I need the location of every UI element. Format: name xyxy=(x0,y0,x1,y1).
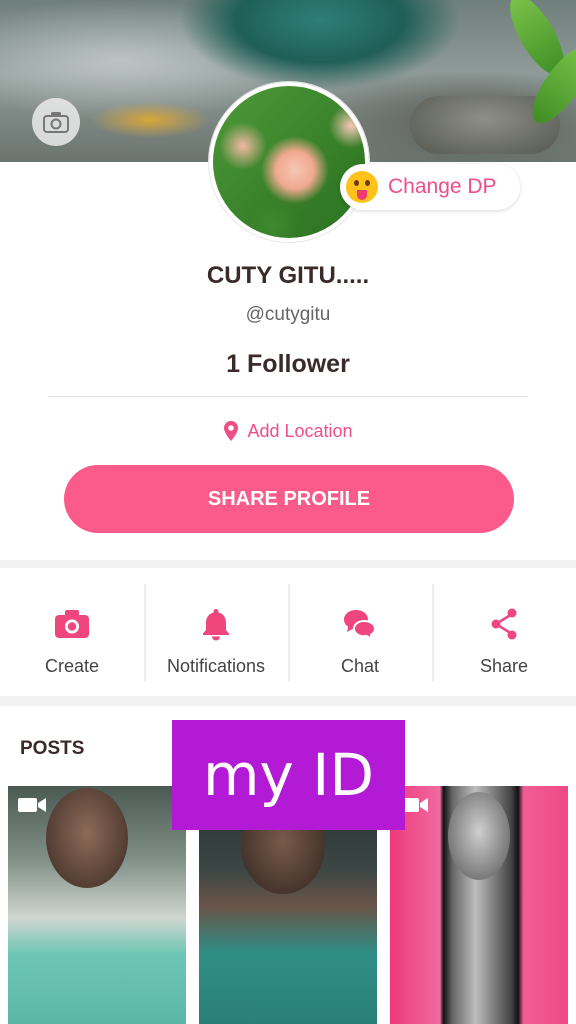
overlay-banner-text: my ID xyxy=(202,741,375,809)
post-thumbnail[interactable] xyxy=(8,786,186,1024)
chat-button[interactable]: Chat xyxy=(288,568,432,696)
change-dp-label: Change DP xyxy=(388,175,497,198)
add-location-link[interactable]: Add Location xyxy=(0,420,576,442)
bell-icon xyxy=(203,609,229,641)
camera-icon xyxy=(55,610,89,638)
actions-bar: Create Notifications Chat Share xyxy=(0,568,576,696)
divider xyxy=(48,396,528,397)
chat-label: Chat xyxy=(340,656,380,676)
share-icon xyxy=(491,608,517,640)
share-label: Share xyxy=(479,656,529,676)
camera-icon xyxy=(43,112,69,133)
post-thumbnail-face xyxy=(448,792,510,880)
location-pin-icon xyxy=(224,421,239,441)
notifications-button[interactable]: Notifications xyxy=(144,568,288,696)
change-cover-button[interactable] xyxy=(32,98,80,146)
video-camera-icon xyxy=(18,798,46,812)
profile-avatar[interactable] xyxy=(209,82,369,242)
add-location-label: Add Location xyxy=(247,420,353,441)
create-label: Create xyxy=(44,656,100,676)
post-thumbnail[interactable] xyxy=(390,786,568,1024)
posts-heading: POSTS xyxy=(20,738,85,759)
post-thumbnail-face xyxy=(46,788,128,888)
profile-name: CUTY GITU..... xyxy=(206,262,370,289)
chat-icon xyxy=(344,610,377,640)
share-profile-button[interactable]: SHARE PROFILE xyxy=(64,465,514,533)
overlay-banner: my ID xyxy=(172,720,405,830)
create-button[interactable]: Create xyxy=(0,568,144,696)
notifications-label: Notifications xyxy=(166,656,266,676)
profile-handle: @cutygitu xyxy=(245,304,331,325)
tongue-emoji-icon xyxy=(346,171,378,203)
change-dp-button[interactable]: Change DP xyxy=(340,164,520,210)
follower-count[interactable]: 1 Follower xyxy=(0,350,576,379)
share-button[interactable]: Share xyxy=(432,568,576,696)
